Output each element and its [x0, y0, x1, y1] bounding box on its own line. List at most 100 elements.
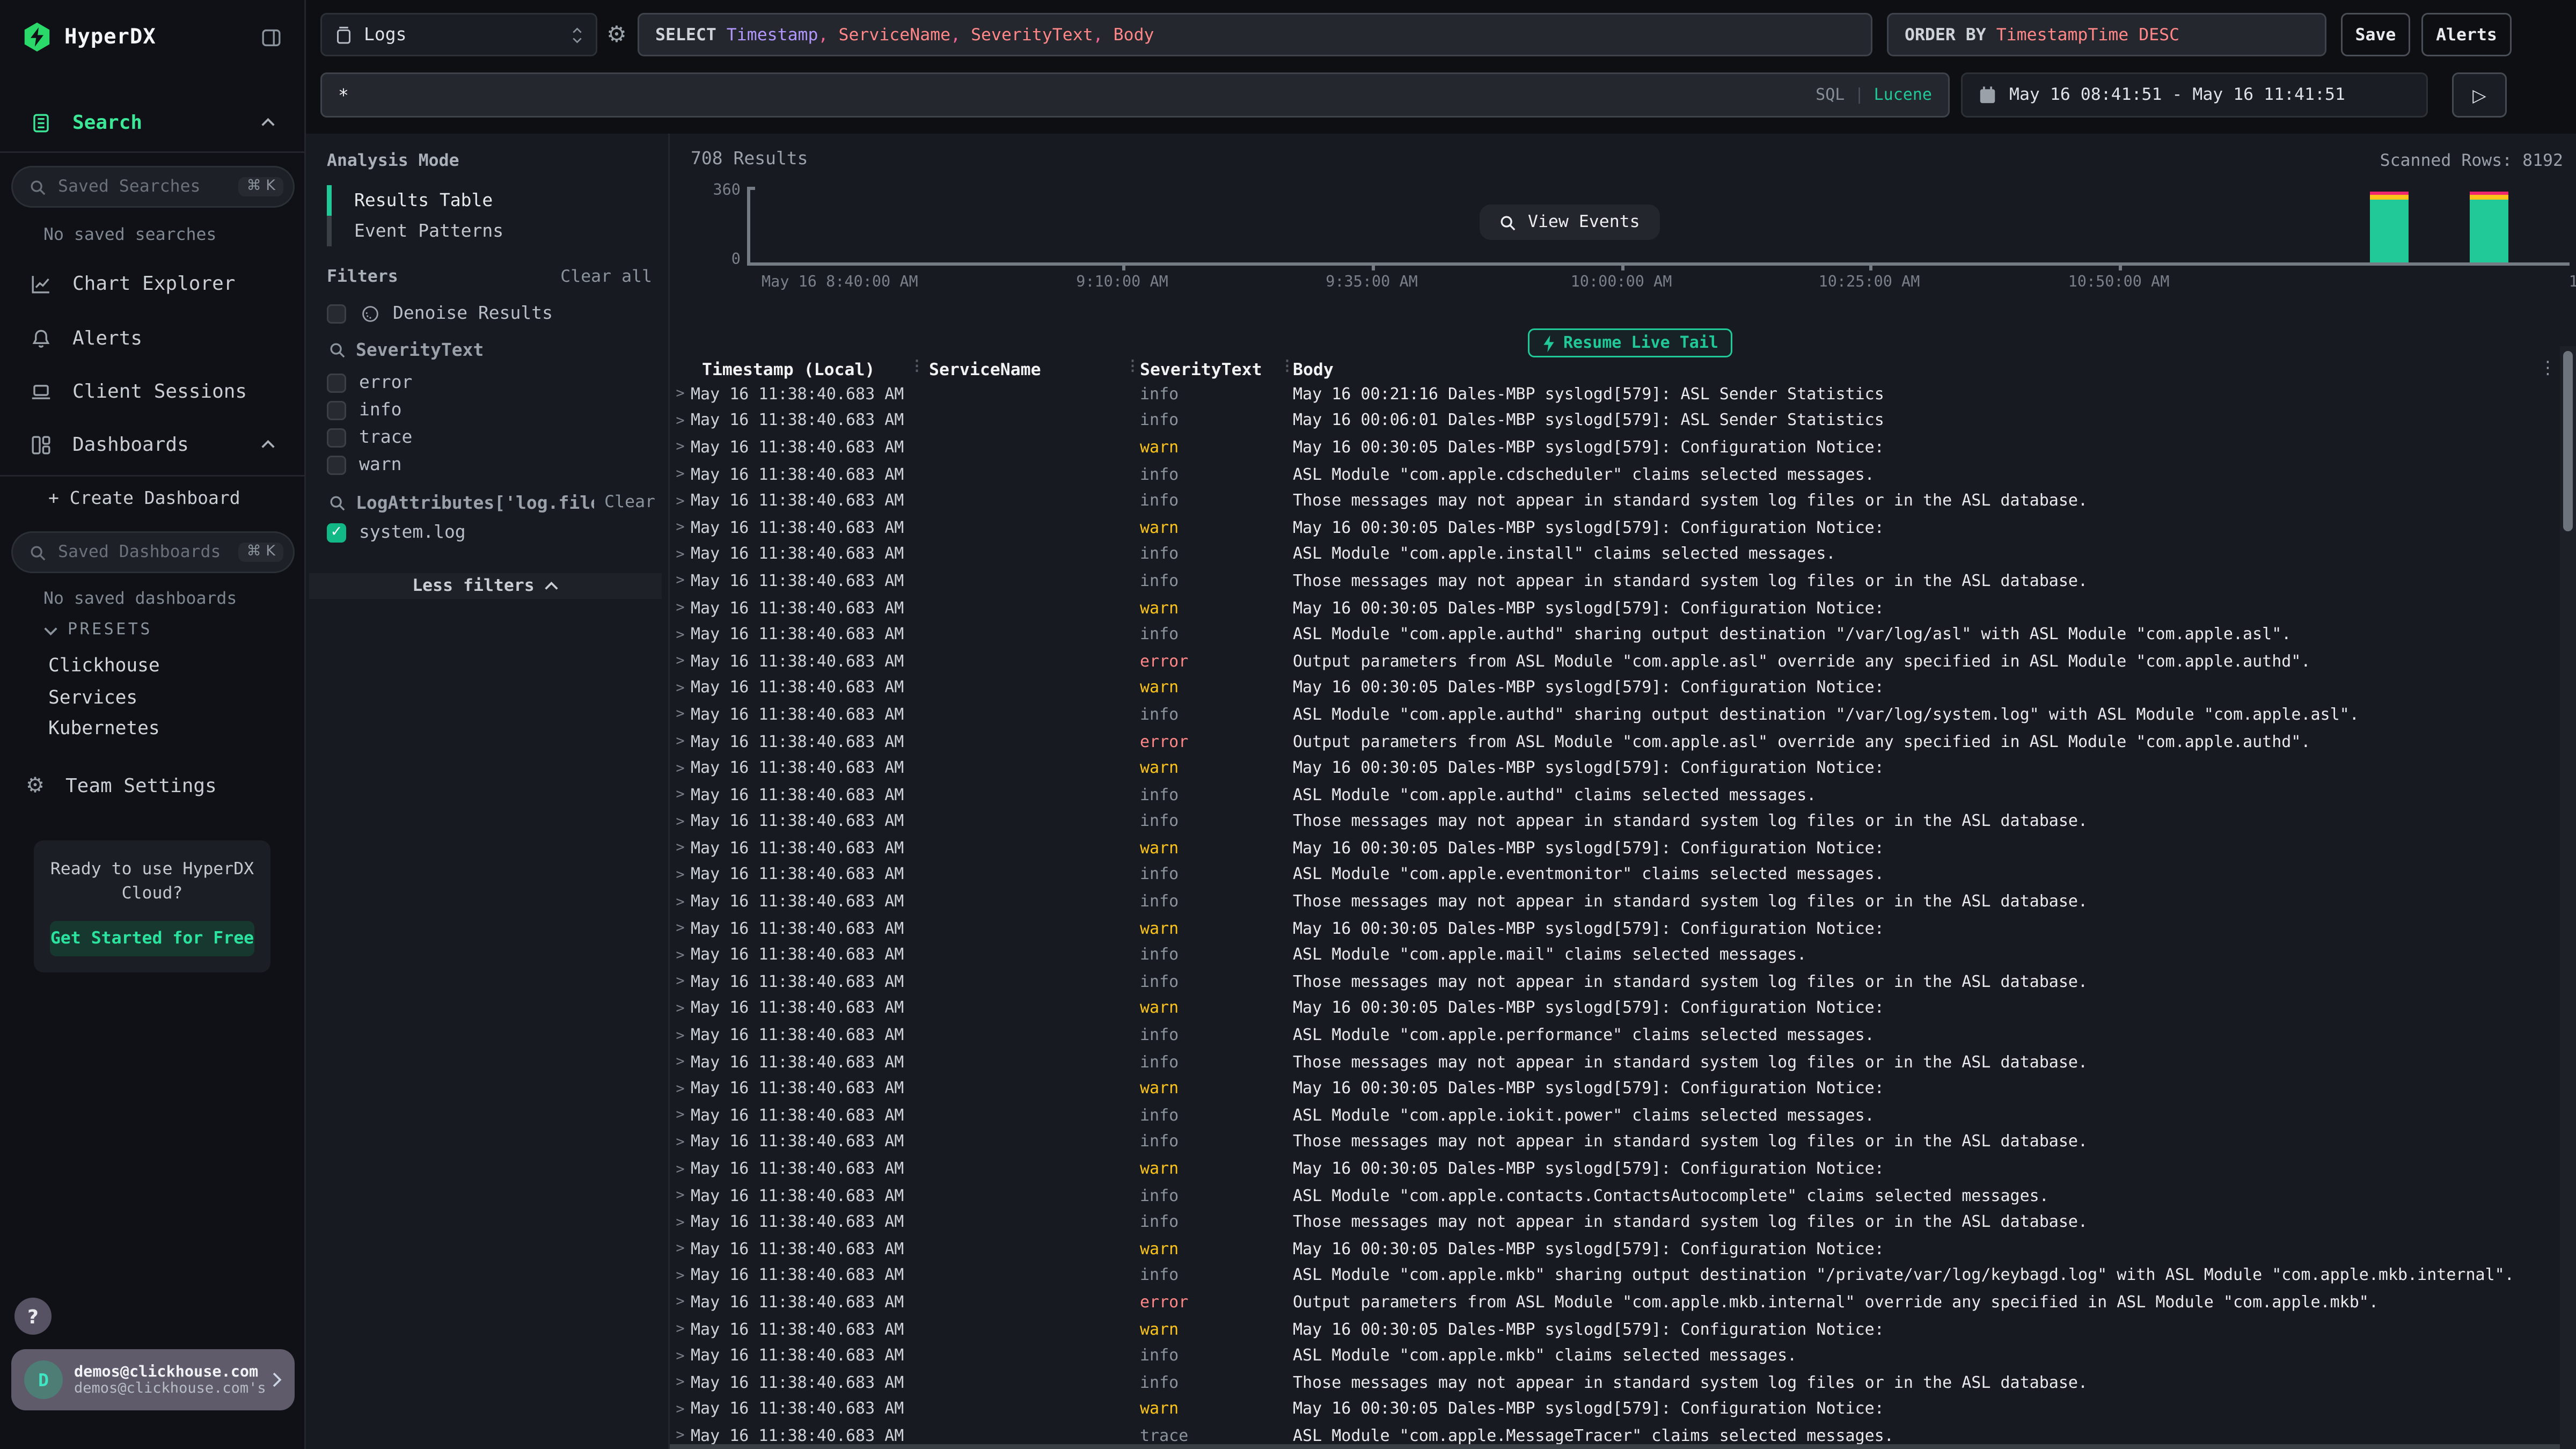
preset-kubernetes[interactable]: Kubernetes — [48, 715, 160, 741]
expand-row-icon[interactable]: > — [670, 1429, 691, 1445]
checkbox-checked[interactable]: ✓ — [327, 523, 346, 542]
presets-section-toggle[interactable]: PRESETS — [43, 621, 152, 639]
expand-row-icon[interactable]: > — [670, 1162, 691, 1178]
expand-row-icon[interactable]: > — [670, 948, 691, 964]
log-row[interactable]: > May 16 11:38:40.683 AM info Those mess… — [670, 1370, 2576, 1397]
saved-dashboards-input[interactable]: Saved Dashboards ⌘ K — [11, 531, 295, 573]
filter-option-info[interactable]: info — [327, 398, 657, 422]
expand-row-icon[interactable]: > — [670, 1322, 691, 1338]
sidebar-item-search[interactable]: Search — [0, 103, 304, 142]
preset-clickhouse[interactable]: Clickhouse — [48, 652, 160, 678]
expand-row-icon[interactable]: > — [670, 440, 691, 456]
scrollbar-thumb[interactable] — [2563, 351, 2573, 531]
column-header-severitytext[interactable]: SeverityText — [1121, 360, 1274, 379]
filter-option-trace[interactable]: trace — [327, 425, 657, 449]
filter-option-warn[interactable]: warn — [327, 452, 657, 477]
log-row[interactable]: > May 16 11:38:40.683 AM info ASL Module… — [670, 1103, 2576, 1130]
sidebar-item-team-settings[interactable]: ⚙ Team Settings — [0, 766, 304, 805]
saved-searches-input[interactable]: Saved Searches ⌘ K — [11, 166, 295, 208]
log-row[interactable]: > May 16 11:38:40.683 AM info Those mess… — [670, 969, 2576, 996]
expand-row-icon[interactable]: > — [670, 1001, 691, 1018]
mode-event-patterns[interactable]: Event Patterns — [327, 216, 649, 246]
log-row[interactable]: > May 16 11:38:40.683 AM info ASL Module… — [670, 542, 2576, 569]
expand-row-icon[interactable]: > — [670, 680, 691, 697]
log-row[interactable]: > May 16 11:38:40.683 AM info Those mess… — [670, 889, 2576, 916]
log-row[interactable]: > May 16 11:38:40.683 AM info ASL Module… — [670, 942, 2576, 969]
log-row[interactable]: > May 16 11:38:40.683 AM warn May 16 00:… — [670, 676, 2576, 702]
log-row[interactable]: > May 16 11:38:40.683 AM info ASL Module… — [670, 782, 2576, 809]
expand-row-icon[interactable]: > — [670, 387, 691, 403]
expand-row-icon[interactable]: > — [670, 627, 691, 643]
chevron-up-icon[interactable] — [261, 440, 275, 449]
time-range-picker[interactable]: May 16 08:41:51 - May 16 11:41:51 — [1961, 72, 2428, 118]
sidebar-item-chart-explorer[interactable]: Chart Explorer — [0, 264, 304, 303]
log-row[interactable]: > May 16 11:38:40.683 AM warn May 16 00:… — [670, 1397, 2576, 1424]
log-row[interactable]: > May 16 11:38:40.683 AM error Output pa… — [670, 649, 2576, 676]
log-row[interactable]: > May 16 11:38:40.683 AM info Those mess… — [670, 809, 2576, 836]
log-row[interactable]: > May 16 11:38:40.683 AM info Those mess… — [670, 1130, 2576, 1157]
log-row[interactable]: > May 16 11:38:40.683 AM warn May 16 00:… — [670, 996, 2576, 1023]
vertical-scrollbar[interactable] — [2560, 346, 2576, 1449]
log-row[interactable]: > May 16 11:38:40.683 AM info May 16 00:… — [670, 408, 2576, 435]
select-columns-input[interactable]: SELECT Timestamp, ServiceName, SeverityT… — [638, 13, 1872, 56]
clear-all-link[interactable]: Clear all — [560, 267, 652, 287]
mode-results-table[interactable]: Results Table — [327, 185, 649, 216]
order-by-input[interactable]: ORDER BY TimestampTime DESC — [1887, 13, 2326, 56]
log-row[interactable]: > May 16 11:38:40.683 AM warn May 16 00:… — [670, 515, 2576, 542]
histogram-bar[interactable] — [2470, 192, 2508, 262]
denoise-filter[interactable]: Denoise Results — [327, 301, 657, 325]
checkbox[interactable] — [327, 455, 346, 474]
expand-row-icon[interactable]: > — [670, 734, 691, 750]
horizontal-scrollbar[interactable] — [670, 1444, 2560, 1449]
expand-row-icon[interactable]: > — [670, 1055, 691, 1071]
log-row[interactable]: > May 16 11:38:40.683 AM warn May 16 00:… — [670, 836, 2576, 862]
expand-row-icon[interactable]: > — [670, 1215, 691, 1231]
log-row[interactable]: > May 16 11:38:40.683 AM info Those mess… — [670, 488, 2576, 515]
expand-row-icon[interactable]: > — [670, 1375, 691, 1392]
checkbox[interactable] — [327, 428, 346, 447]
expand-row-icon[interactable]: > — [670, 1188, 691, 1204]
log-row[interactable]: > May 16 11:38:40.683 AM info ASL Module… — [670, 462, 2576, 488]
log-row[interactable]: > May 16 11:38:40.683 AM info Those mess… — [670, 1210, 2576, 1236]
view-events-button[interactable]: View Events — [1480, 204, 1659, 240]
expand-row-icon[interactable]: > — [670, 841, 691, 857]
filter-option-system-log[interactable]: ✓ system.log — [327, 520, 657, 544]
help-button[interactable]: ? — [14, 1298, 52, 1335]
save-button[interactable]: Save — [2341, 13, 2410, 56]
expand-row-icon[interactable]: > — [670, 921, 691, 938]
table-options-kebab-icon[interactable]: ⋮ — [2539, 357, 2557, 378]
log-row[interactable]: > May 16 11:38:40.683 AM info Those mess… — [670, 1050, 2576, 1077]
expand-row-icon[interactable]: > — [670, 574, 691, 590]
log-row[interactable]: > May 16 11:38:40.683 AM warn May 16 00:… — [670, 1157, 2576, 1183]
search-query-input[interactable]: * SQL | Lucene — [320, 72, 1950, 118]
log-row[interactable]: > May 16 11:38:40.683 AM info ASL Module… — [670, 1183, 2576, 1210]
alerts-button[interactable]: Alerts — [2421, 13, 2512, 56]
source-settings-gear-icon[interactable]: ⚙ — [602, 21, 631, 50]
column-resize-handle[interactable]: ⋮ — [1280, 359, 1291, 375]
expand-row-icon[interactable]: > — [670, 1108, 691, 1124]
log-row[interactable]: > May 16 11:38:40.683 AM info ASL Module… — [670, 1263, 2576, 1290]
column-header-body[interactable]: Body — [1274, 360, 2576, 379]
create-dashboard-button[interactable]: + Create Dashboard — [48, 488, 240, 509]
expand-row-icon[interactable]: > — [670, 547, 691, 564]
log-row[interactable]: > May 16 11:38:40.683 AM error Output pa… — [670, 1290, 2576, 1317]
log-row[interactable]: > May 16 11:38:40.683 AM info ASL Module… — [670, 702, 2576, 729]
column-header-servicename[interactable]: ServiceName — [916, 360, 1121, 379]
expand-row-icon[interactable]: > — [670, 654, 691, 670]
less-filters-button[interactable]: Less filters — [309, 573, 662, 599]
expand-row-icon[interactable]: > — [670, 467, 691, 483]
resume-live-tail-button[interactable]: Resume Live Tail — [1528, 328, 1733, 357]
expand-row-icon[interactable]: > — [670, 521, 691, 537]
get-started-button[interactable]: Get Started for Free — [50, 921, 254, 956]
log-row[interactable]: > May 16 11:38:40.683 AM info Those mess… — [670, 568, 2576, 595]
log-row[interactable]: > May 16 11:38:40.683 AM warn May 16 00:… — [670, 435, 2576, 462]
log-row[interactable]: > May 16 11:38:40.683 AM warn May 16 00:… — [670, 916, 2576, 943]
expand-row-icon[interactable]: > — [670, 868, 691, 884]
checkbox[interactable] — [327, 400, 346, 420]
expand-row-icon[interactable]: > — [670, 1242, 691, 1258]
expand-row-icon[interactable]: > — [670, 1295, 691, 1311]
expand-row-icon[interactable]: > — [670, 414, 691, 430]
checkbox[interactable] — [327, 373, 346, 392]
log-row[interactable]: > May 16 11:38:40.683 AM info ASL Module… — [670, 1023, 2576, 1050]
expand-row-icon[interactable]: > — [670, 1269, 691, 1285]
